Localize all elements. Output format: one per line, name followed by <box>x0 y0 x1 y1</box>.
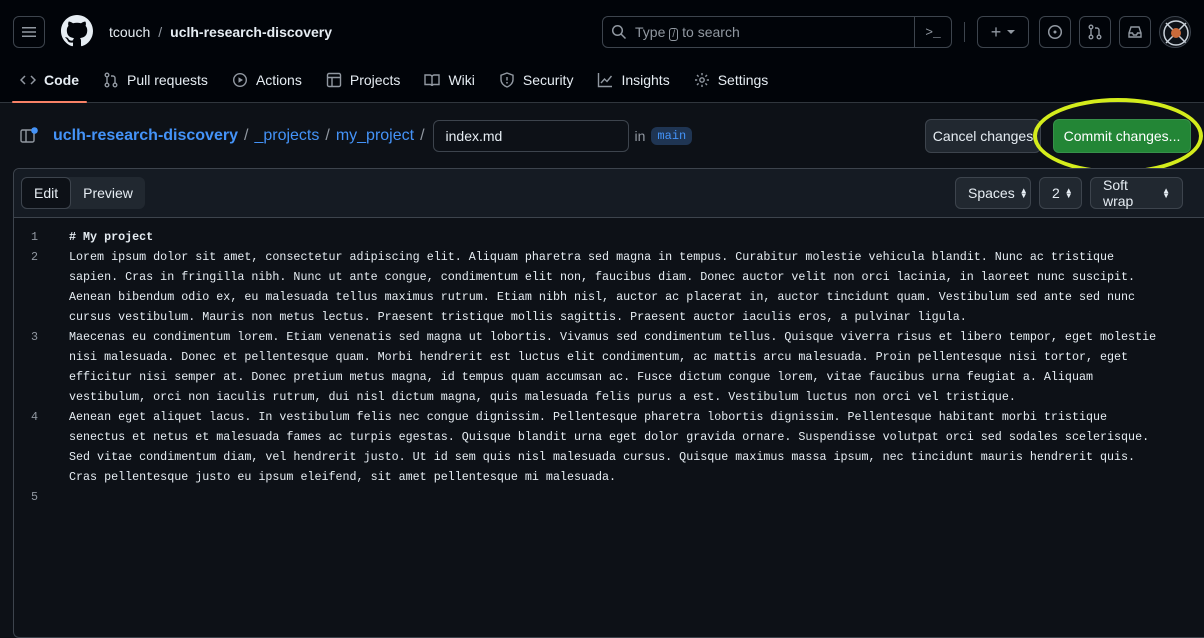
cancel-changes-button[interactable]: Cancel changes <box>925 119 1041 153</box>
code-icon <box>20 75 36 85</box>
line-text <box>69 487 1164 507</box>
tab-label: Projects <box>349 72 401 88</box>
select-arrows-icon: ▲ ▼ <box>1019 186 1028 200</box>
tab-edit[interactable]: Edit <box>21 177 72 209</box>
indent-size-select[interactable]: 2 ▲ ▼ <box>1039 177 1082 209</box>
tab-label: Code <box>44 72 79 88</box>
terminal-icon: >_ <box>925 24 941 40</box>
github-logo-icon <box>61 15 93 47</box>
line-number: 1 <box>30 230 38 244</box>
file-tree-toggle-button[interactable] <box>20 127 40 145</box>
tab-label: Settings <box>717 72 769 88</box>
indent-mode-select[interactable]: Spaces ▲ ▼ <box>955 177 1031 209</box>
book-icon <box>424 74 441 87</box>
tab-actions[interactable]: Actions <box>224 64 310 96</box>
github-logo[interactable] <box>61 15 93 47</box>
breadcrumb: uclh-research-discovery / _projects / my… <box>53 119 693 153</box>
breadcrumb-separator: / <box>420 127 425 144</box>
hamburger-icon <box>22 27 36 37</box>
line-number: 3 <box>30 330 38 344</box>
repo-nav-tabs: Code Pull requests Actions Projects Wiki… <box>12 64 784 103</box>
line-text: Maecenas eu condimentum lorem. Etiam ven… <box>69 330 1164 404</box>
wrap-mode-select[interactable]: Soft wrap ▲ ▼ <box>1090 177 1183 209</box>
tab-label: Insights <box>621 72 670 88</box>
tab-preview[interactable]: Preview <box>71 177 145 209</box>
tab-label: Actions <box>255 72 302 88</box>
global-header: tcouch / uclh-research-discovery Type / to… <box>0 0 1204 103</box>
search-icon <box>611 24 627 40</box>
breadcrumb-separator: / <box>243 127 249 144</box>
avatar[interactable] <box>1159 16 1191 48</box>
breadcrumb-my-project-link[interactable]: my_project <box>336 127 414 145</box>
editor-toolbar: Edit Preview Spaces ▲ ▼ 2 ▲ ▼ Soft wrap ▲ ▼ <box>14 169 1204 218</box>
tab-security[interactable]: Security <box>491 64 582 96</box>
issue-opened-icon <box>1047 24 1063 40</box>
select-arrows-icon: ▲ ▼ <box>1064 186 1073 200</box>
pull-requests-button[interactable] <box>1079 16 1111 48</box>
branch-badge: main <box>651 127 693 145</box>
play-icon <box>232 72 247 88</box>
line-number: 2 <box>30 250 38 264</box>
filename-input[interactable] <box>432 120 629 152</box>
code-line: 3 Maecenas eu condimentum lorem. Etiam v… <box>14 327 1164 407</box>
code-editor: Edit Preview Spaces ▲ ▼ 2 ▲ ▼ Soft wrap ▲ ▼… <box>13 168 1204 638</box>
chevron-down-icon <box>1007 30 1016 34</box>
search-input[interactable]: Type / to search >_ <box>602 16 952 48</box>
tab-settings[interactable]: Settings <box>686 64 777 96</box>
wrap-mode-value: Soft wrap <box>1103 177 1134 209</box>
tab-label: Wiki <box>448 72 475 88</box>
graph-icon <box>598 73 613 88</box>
tab-label: Pull requests <box>127 72 208 88</box>
tab-wiki[interactable]: Wiki <box>416 64 482 96</box>
code-line: 2 Lorem ipsum dolor sit amet, consectetu… <box>14 247 1164 327</box>
commit-changes-button[interactable]: Commit changes... <box>1053 119 1191 153</box>
tab-label: Security <box>522 72 574 88</box>
create-new-button[interactable]: + <box>977 16 1029 48</box>
plus-icon: + <box>990 21 1002 42</box>
avatar-image-icon <box>1163 20 1189 46</box>
shield-icon <box>500 72 514 88</box>
breadcrumb-projects-link[interactable]: _projects <box>254 127 319 145</box>
owner-link[interactable]: tcouch <box>109 24 150 40</box>
repo-link[interactable]: uclh-research-discovery <box>170 24 332 40</box>
select-arrows-icon: ▲ ▼ <box>1162 186 1170 200</box>
hamburger-menu-button[interactable] <box>13 16 45 48</box>
line-number: 5 <box>30 490 38 504</box>
gear-icon <box>694 73 709 87</box>
line-number: 4 <box>30 410 38 424</box>
breadcrumb-repo-link[interactable]: uclh-research-discovery <box>53 127 238 145</box>
pull-request-icon <box>104 72 118 88</box>
indent-mode-value: Spaces <box>968 185 1015 201</box>
code-line: 4 Aenean eget aliquet lacus. In vestibul… <box>14 407 1164 487</box>
path-separator: / <box>158 24 163 40</box>
line-text: Aenean eget aliquet lacus. In vestibulum… <box>69 410 1157 484</box>
tab-projects[interactable]: Projects <box>318 64 409 96</box>
command-palette-button[interactable]: >_ <box>914 17 951 47</box>
branch-in-label: in <box>634 128 646 144</box>
search-placeholder: Type / to search <box>635 23 740 41</box>
line-text: # My project <box>69 230 154 244</box>
sidebar-expand-icon <box>20 127 38 143</box>
issues-button[interactable] <box>1039 16 1071 48</box>
tab-pull-requests[interactable]: Pull requests <box>95 64 216 96</box>
search-shortcut-key: / <box>669 27 679 41</box>
edit-preview-toggle: Edit Preview <box>21 177 145 209</box>
tab-code[interactable]: Code <box>12 64 87 103</box>
indent-size-value: 2 <box>1052 185 1060 201</box>
repo-context: tcouch / uclh-research-discovery <box>109 22 332 42</box>
code-line: 5 <box>14 487 1164 507</box>
code-line: 1 # My project <box>14 227 1164 247</box>
pull-request-icon <box>1088 24 1102 40</box>
inbox-button[interactable] <box>1119 16 1151 48</box>
header-divider <box>964 22 965 42</box>
breadcrumb-separator: / <box>325 127 330 144</box>
table-icon <box>326 72 342 88</box>
line-text: Lorem ipsum dolor sit amet, consectetur … <box>69 250 1143 324</box>
tab-insights[interactable]: Insights <box>589 64 677 96</box>
code-area[interactable]: 1 # My project 2 Lorem ipsum dolor sit a… <box>14 227 1164 507</box>
inbox-icon <box>1128 26 1142 38</box>
